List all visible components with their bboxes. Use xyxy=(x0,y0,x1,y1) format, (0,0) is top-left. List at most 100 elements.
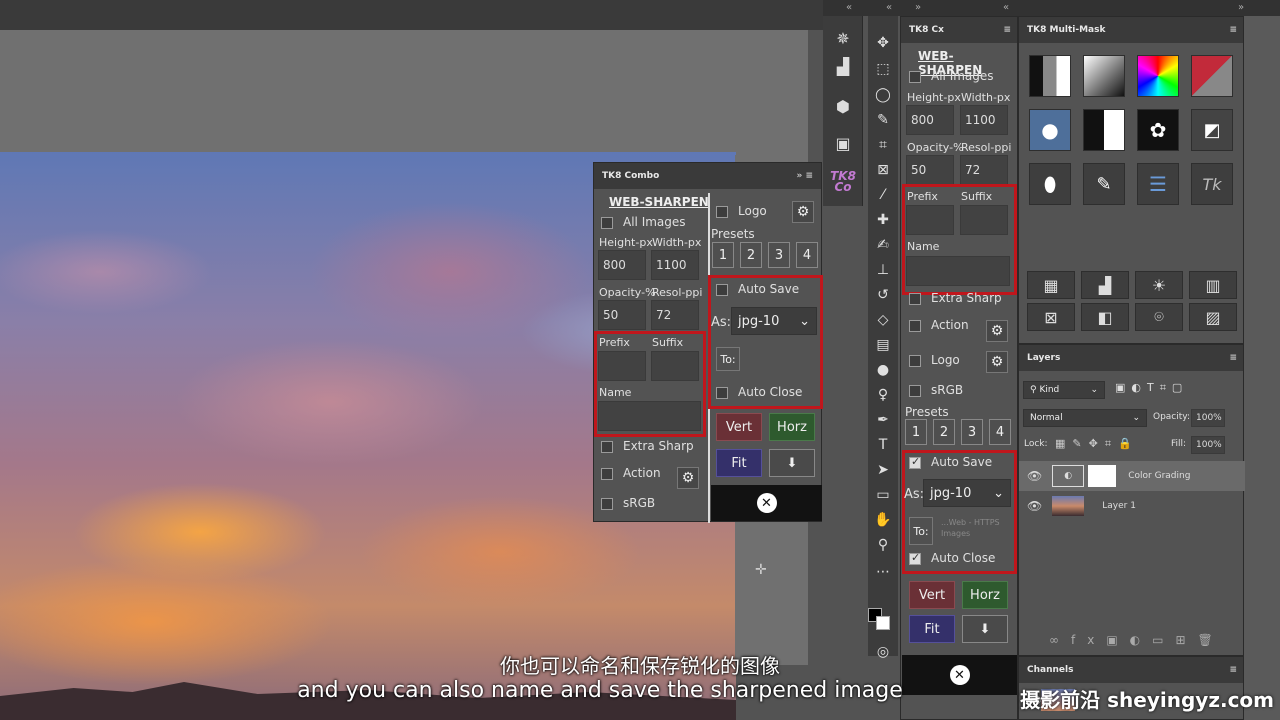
cx-logo-checkbox[interactable] xyxy=(909,355,921,367)
close-icon[interactable]: ✕ xyxy=(756,493,777,513)
panel-menu-icon[interactable]: ≡ xyxy=(1229,17,1237,43)
cx-name-input[interactable] xyxy=(906,256,1010,286)
collapse-right-icon[interactable]: » xyxy=(915,2,921,13)
blur-tool-icon[interactable]: ● xyxy=(871,359,895,381)
quick-select-icon[interactable]: ✎ xyxy=(871,109,895,131)
frame-tool-icon[interactable]: ⊠ xyxy=(871,159,895,181)
histogram-icon[interactable]: ▟ xyxy=(831,54,855,78)
gradient-mask-icon[interactable] xyxy=(1083,55,1125,97)
visibility-eye-icon[interactable]: 👁 xyxy=(1027,469,1042,483)
move-tool-icon[interactable]: ✥ xyxy=(871,32,895,54)
cx-resolution-input[interactable]: 72 xyxy=(960,155,1008,185)
preset-1-button[interactable]: 1 xyxy=(712,242,734,268)
library-icon[interactable]: ▣ xyxy=(831,131,855,155)
logo-settings-gear-icon[interactable]: ⚙ xyxy=(792,201,814,223)
layer-row[interactable]: 👁 Layer 1 xyxy=(1019,491,1245,521)
opacity-input[interactable]: 50 xyxy=(598,300,646,330)
cx-action-settings-gear-icon[interactable]: ⚙ xyxy=(986,320,1008,342)
color-mask-icon[interactable] xyxy=(1137,55,1179,97)
healing-brush-icon[interactable]: ✚ xyxy=(871,209,895,231)
layer-mask-icon[interactable]: ⬮ xyxy=(1029,163,1071,205)
layer-filter-icons[interactable]: ▣◐T⌗▢ xyxy=(1115,381,1188,395)
action-settings-gear-icon[interactable]: ⚙ xyxy=(677,467,699,489)
tk8-logo-icon[interactable]: TK8 Co xyxy=(830,170,856,194)
srgb-checkbox[interactable] xyxy=(601,498,613,510)
collapse-left-icon[interactable]: « xyxy=(846,2,852,13)
layers-tab[interactable]: Layers ≡ xyxy=(1019,345,1243,371)
collapse-right-icon[interactable]: » xyxy=(1238,2,1244,13)
cx-all-images-checkbox[interactable] xyxy=(909,71,921,83)
eyedropper-icon[interactable]: ⁄ xyxy=(871,184,895,206)
list-icon[interactable]: ☰ xyxy=(1137,163,1179,205)
gradient-fill-icon[interactable]: ▨ xyxy=(1189,303,1237,331)
portrait-mask-icon[interactable]: ● xyxy=(1029,109,1071,151)
layer-row[interactable]: 👁 ◐ Color Grading xyxy=(1019,461,1245,491)
cx-prefix-input[interactable] xyxy=(906,205,954,235)
preset-4-button[interactable]: 4 xyxy=(796,242,818,268)
cx-logo-settings-gear-icon[interactable]: ⚙ xyxy=(986,351,1008,373)
format-select[interactable]: jpg-10 ⌄ xyxy=(731,307,817,335)
to-folder-button[interactable]: To: xyxy=(716,347,740,371)
brightness-icon[interactable]: ☀ xyxy=(1135,271,1183,299)
prefix-input[interactable] xyxy=(598,351,646,381)
envelope-mask-icon[interactable]: ⊠ xyxy=(1027,303,1075,331)
background-color-swatch[interactable] xyxy=(876,616,890,630)
rectangle-tool-icon[interactable]: ▭ xyxy=(871,484,895,506)
cx-vert-button[interactable]: Vert xyxy=(909,581,955,609)
lasso-tool-icon[interactable]: ◯ xyxy=(871,84,895,106)
preset-3-button[interactable]: 3 xyxy=(768,242,790,268)
suffix-input[interactable] xyxy=(651,351,699,381)
flower-mask-icon[interactable]: ✿ xyxy=(1137,109,1179,151)
cx-height-input[interactable]: 800 xyxy=(906,105,954,135)
panel-menu-icon[interactable]: ≡ xyxy=(1229,345,1237,371)
cx-opacity-input[interactable]: 50 xyxy=(906,155,954,185)
blend-mode-select[interactable]: Normal ⌄ xyxy=(1023,409,1147,427)
all-images-checkbox[interactable] xyxy=(601,217,613,229)
eraser-tool-icon[interactable]: ◇ xyxy=(871,309,895,331)
cx-download-icon[interactable]: ⬇ xyxy=(962,615,1008,643)
cx-width-input[interactable]: 1100 xyxy=(960,105,1008,135)
extra-sharp-checkbox[interactable] xyxy=(601,441,613,453)
name-input[interactable] xyxy=(598,401,701,431)
edit-selection-icon[interactable]: ✎ xyxy=(1083,163,1125,205)
cx-preset-2-button[interactable]: 2 xyxy=(933,419,955,445)
auto-save-checkbox[interactable] xyxy=(716,284,728,296)
cx-extra-sharp-checkbox[interactable] xyxy=(909,293,921,305)
cx-preset-1-button[interactable]: 1 xyxy=(905,419,927,445)
path-select-icon[interactable]: ➤ xyxy=(871,459,895,481)
layer-fill-input[interactable]: 100% xyxy=(1191,436,1225,454)
pen-tool-icon[interactable]: ✒ xyxy=(871,409,895,431)
vert-button[interactable]: Vert xyxy=(716,413,762,441)
camera-icon[interactable]: ⌾ xyxy=(1135,303,1183,331)
panel-menu-icon[interactable]: » ≡ xyxy=(797,163,814,189)
cx-action-checkbox[interactable] xyxy=(909,320,921,332)
palette-icon[interactable]: ⬢ xyxy=(831,94,855,118)
preset-2-button[interactable]: 2 xyxy=(740,242,762,268)
collapse-left-icon[interactable]: « xyxy=(1003,2,1009,13)
zoom-tool-icon[interactable]: ⚲ xyxy=(871,534,895,556)
luminosity-mask-icon[interactable] xyxy=(1029,55,1071,97)
layer-footer-icons[interactable]: ∞fx▣◐▭⊞🗑 xyxy=(1049,633,1225,647)
lock-icons[interactable]: ▦✎✥⌗🔒 xyxy=(1055,437,1139,451)
action-checkbox[interactable] xyxy=(601,468,613,480)
cx-srgb-checkbox[interactable] xyxy=(909,385,921,397)
cx-horz-button[interactable]: Horz xyxy=(962,581,1008,609)
stack-mask-icon[interactable]: ◩ xyxy=(1191,109,1233,151)
filmstrip-icon[interactable]: ▥ xyxy=(1189,271,1237,299)
more-tools-icon[interactable]: ⋯ xyxy=(871,561,895,583)
auto-close-checkbox[interactable] xyxy=(716,387,728,399)
visibility-eye-icon[interactable]: 👁 xyxy=(1027,499,1042,513)
grid-adjust-icon[interactable]: ▦ xyxy=(1027,271,1075,299)
tk-logo-icon[interactable]: Tk xyxy=(1191,163,1233,205)
download-icon[interactable]: ⬇ xyxy=(769,449,815,477)
history-brush-icon[interactable]: ↺ xyxy=(871,284,895,306)
horz-button[interactable]: Horz xyxy=(769,413,815,441)
resolution-input[interactable]: 72 xyxy=(651,300,699,330)
crop-tool-icon[interactable]: ⌗ xyxy=(871,134,895,156)
panel-menu-icon[interactable]: ≡ xyxy=(1003,17,1011,43)
fit-button[interactable]: Fit xyxy=(716,449,762,477)
split-icon[interactable]: ◧ xyxy=(1081,303,1129,331)
hand-tool-icon[interactable]: ✋ xyxy=(871,509,895,531)
type-tool-icon[interactable]: T xyxy=(871,434,895,456)
marquee-tool-icon[interactable]: ⬚ xyxy=(871,58,895,80)
